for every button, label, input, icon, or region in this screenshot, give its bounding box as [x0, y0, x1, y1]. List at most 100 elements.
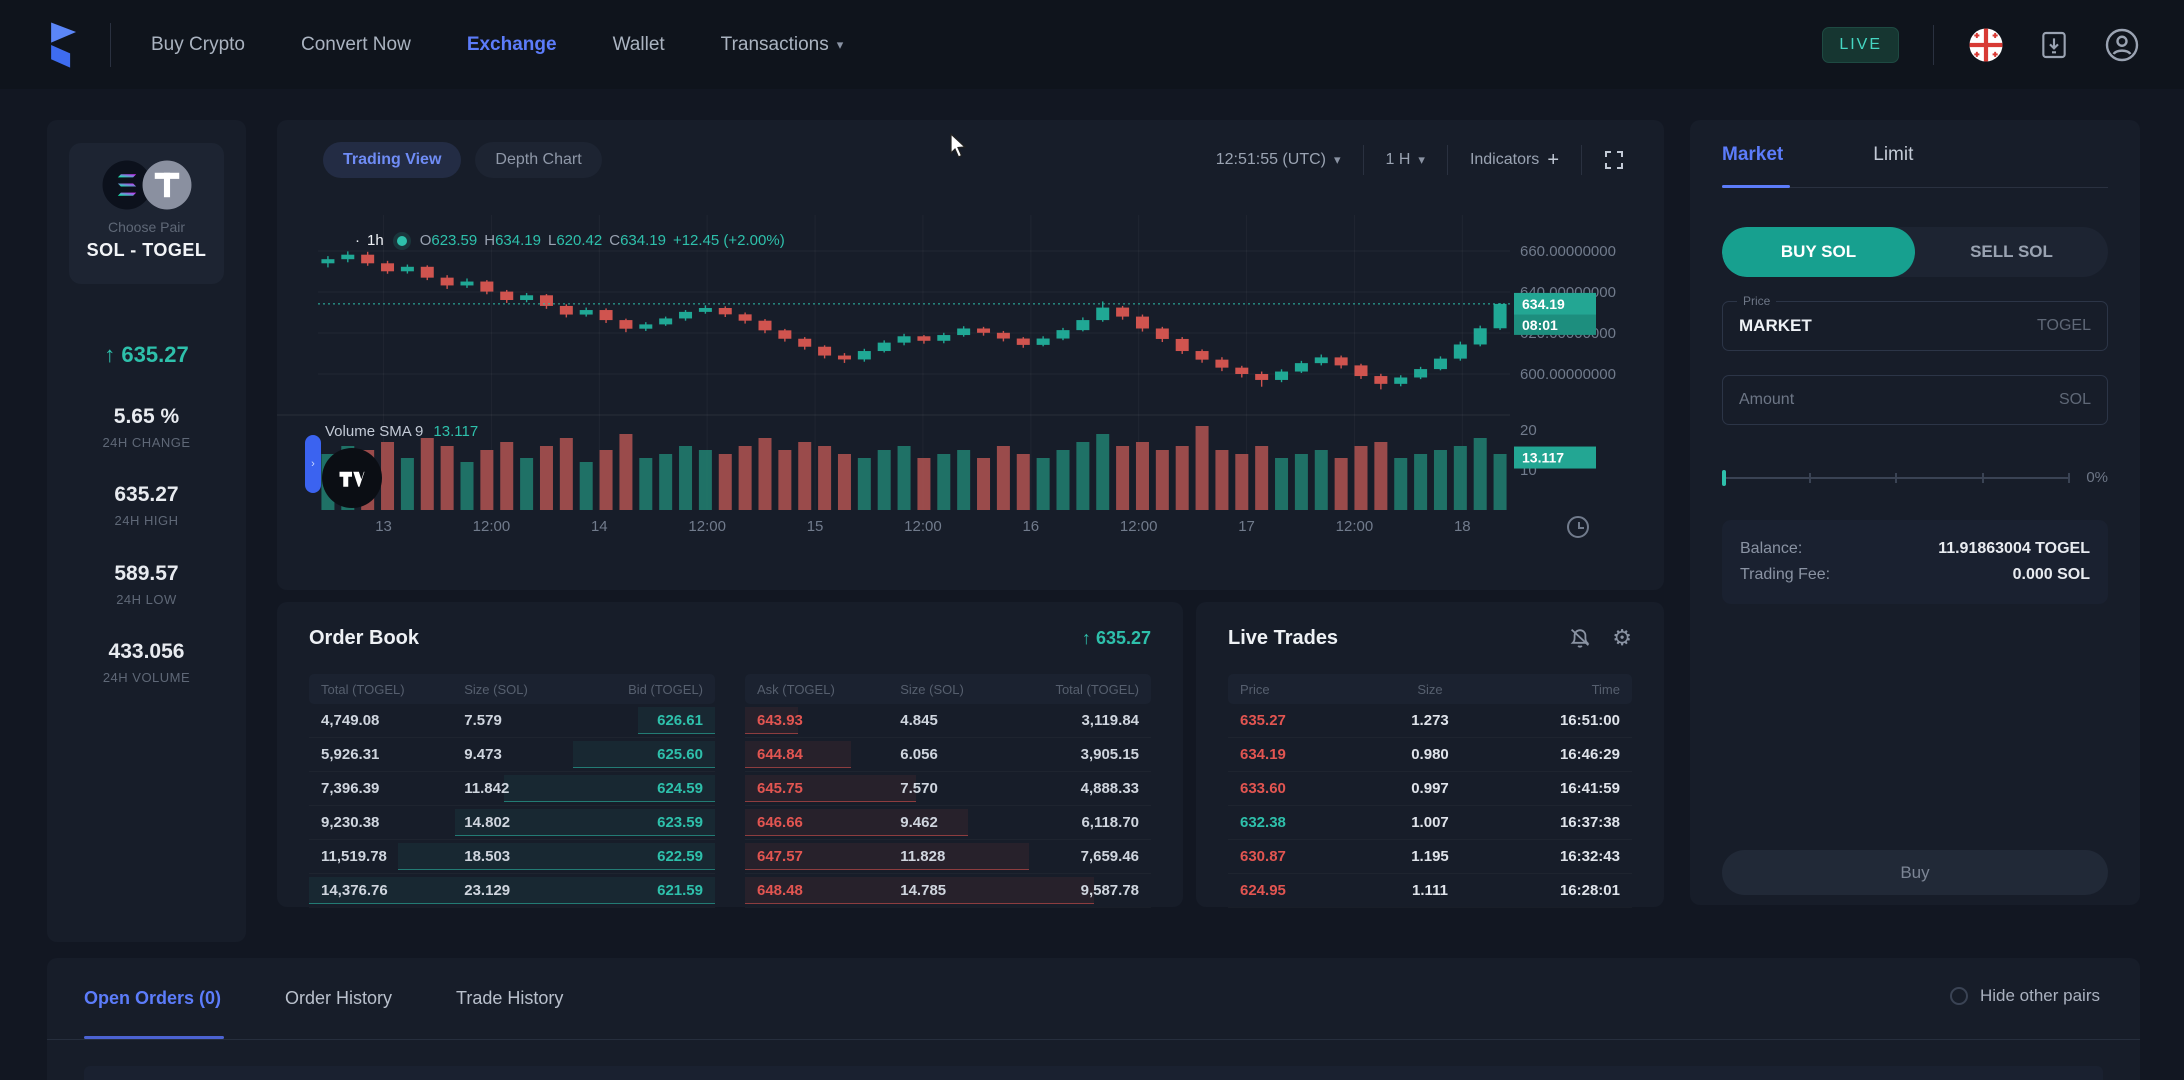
bid-row[interactable]: 5,926.319.473625.60 [309, 738, 715, 772]
slider-handle[interactable] [1722, 470, 1726, 486]
svg-text:600.00000000: 600.00000000 [1520, 366, 1616, 383]
stat-24h-high: 635.2724H HIGH [47, 483, 246, 528]
top-nav: Buy Crypto Convert Now Exchange Wallet T… [0, 0, 2184, 89]
language-flag-icon[interactable] [1968, 27, 2004, 63]
svg-text:15: 15 [807, 518, 824, 535]
asks-table: Ask (TOGEL)Size (SOL)Total (TOGEL) 643.9… [745, 674, 1151, 908]
chevron-down-icon: ▾ [837, 37, 844, 53]
svg-text:12:00: 12:00 [1120, 518, 1158, 535]
ask-row[interactable]: 648.4814.7859,587.78 [745, 874, 1151, 908]
buy-sell-toggle: BUY SOL SELL SOL [1722, 227, 2108, 277]
tab-trade-history[interactable]: Trade History [456, 988, 563, 1009]
fee-value: 0.000 SOL [2013, 562, 2090, 588]
bid-row[interactable]: 7,396.3911.842624.59 [309, 772, 715, 806]
nav-wallet[interactable]: Wallet [613, 34, 665, 56]
buy-sol-button[interactable]: BUY SOL [1722, 227, 1915, 277]
choose-pair-label: Choose Pair [69, 219, 224, 235]
profile-icon[interactable] [2104, 27, 2140, 63]
orders-history-panel: Open Orders (0) Order History Trade Hist… [47, 958, 2140, 1080]
volume-legend: Volume SMA 9 13.117 [325, 423, 478, 440]
svg-text:12:00: 12:00 [904, 518, 942, 535]
slider-percent: 0% [2086, 469, 2108, 486]
trade-row: 634.190.98016:46:29 [1228, 738, 1632, 772]
nav-transactions[interactable]: Transactions ▾ [721, 34, 844, 56]
svg-text:12:00: 12:00 [473, 518, 511, 535]
ask-row[interactable]: 645.757.5704,888.33 [745, 772, 1151, 806]
bid-row[interactable]: 9,230.3814.802623.59 [309, 806, 715, 840]
chevron-down-icon: ▾ [1334, 152, 1341, 168]
timezone-dropdown[interactable]: 12:51:55 (UTC) ▾ [1216, 151, 1341, 169]
buy-submit-button[interactable]: Buy [1722, 850, 2108, 895]
trade-row: 633.600.99716:41:59 [1228, 772, 1632, 806]
svg-text:12:00: 12:00 [1336, 518, 1374, 535]
nav-buy-crypto[interactable]: Buy Crypto [151, 34, 245, 56]
download-icon[interactable] [2038, 29, 2070, 61]
svg-text:12:00: 12:00 [688, 518, 726, 535]
divider [1581, 145, 1582, 175]
active-tab-indicator [1722, 185, 1790, 188]
svg-text:18: 18 [1454, 518, 1471, 535]
brand-logo[interactable] [44, 21, 82, 69]
ask-row[interactable]: 643.934.8453,119.84 [745, 704, 1151, 738]
divider [1363, 145, 1364, 175]
svg-text:16: 16 [1022, 518, 1039, 535]
svg-text:20: 20 [1520, 422, 1537, 439]
fullscreen-icon[interactable] [1604, 150, 1624, 170]
gear-icon[interactable]: ⚙ [1612, 627, 1632, 649]
mute-bell-icon[interactable] [1568, 626, 1592, 650]
scroll-to-realtime-icon[interactable] [1567, 516, 1589, 538]
ask-row[interactable]: 647.5711.8287,659.46 [745, 840, 1151, 874]
trade-row: 635.271.27316:51:00 [1228, 704, 1632, 738]
balance-box: Balance: 11.91863004 TOGEL Trading Fee: … [1722, 520, 2108, 604]
asks-header: Ask (TOGEL)Size (SOL)Total (TOGEL) [745, 674, 1151, 704]
chevron-down-icon: ▾ [1418, 152, 1425, 168]
amount-field[interactable]: SOL [1722, 375, 2108, 425]
hide-other-pairs-checkbox[interactable] [1950, 987, 1968, 1005]
plus-icon: + [1547, 149, 1559, 172]
bid-row[interactable]: 4,749.087.579626.61 [309, 704, 715, 738]
tab-market[interactable]: Market [1722, 144, 1783, 166]
tab-trading-view[interactable]: Trading View [323, 142, 461, 178]
hide-other-pairs-label: Hide other pairs [1980, 986, 2100, 1006]
price-field[interactable]: Price MARKET TOGEL [1722, 301, 2108, 351]
sell-sol-button[interactable]: SELL SOL [1915, 227, 2108, 277]
order-book-panel: Order Book ↑ 635.27 Total (TOGEL)Size (S… [277, 602, 1183, 907]
divider [1933, 25, 1934, 65]
pair-selector[interactable]: Choose Pair SOL - TOGEL [69, 143, 224, 284]
interval-dropdown[interactable]: 1 H ▾ [1386, 151, 1425, 169]
tab-depth-chart[interactable]: Depth Chart [475, 142, 601, 178]
series-dot-icon [397, 236, 407, 246]
price-value: MARKET [1739, 316, 1812, 336]
tab-order-history[interactable]: Order History [285, 988, 392, 1009]
live-trades-title: Live Trades [1228, 627, 1338, 650]
live-trades-panel: Live Trades ⚙ PriceSizeTime 635.271.2731… [1196, 602, 1664, 907]
nav-exchange[interactable]: Exchange [467, 34, 557, 56]
bid-row[interactable]: 11,519.7818.503622.59 [309, 840, 715, 874]
bids-table: Total (TOGEL)Size (SOL)Bid (TOGEL) 4,749… [309, 674, 715, 908]
pair-name: SOL - TOGEL [69, 240, 224, 261]
svg-text:660.00000000: 660.00000000 [1520, 243, 1616, 260]
nav-convert-now[interactable]: Convert Now [301, 34, 411, 56]
tab-open-orders[interactable]: Open Orders (0) [84, 988, 221, 1009]
pair-sidebar: Choose Pair SOL - TOGEL ↑ 635.27 5.65 %2… [47, 120, 246, 942]
stat-24h-volume: 433.05624H VOLUME [47, 640, 246, 685]
indicators-button[interactable]: Indicators + [1470, 149, 1559, 172]
amount-input[interactable] [1739, 391, 1985, 409]
bids-header: Total (TOGEL)Size (SOL)Bid (TOGEL) [309, 674, 715, 704]
divider [47, 1039, 2140, 1040]
ask-row[interactable]: 646.669.4626,118.70 [745, 806, 1151, 840]
balance-value: 11.91863004 TOGEL [1938, 536, 2090, 562]
trade-row: 630.871.19516:32:43 [1228, 840, 1632, 874]
svg-text:634.19: 634.19 [1522, 296, 1565, 312]
amount-percent-slider[interactable] [1722, 470, 2068, 486]
stat-24h-low: 589.5724H LOW [47, 562, 246, 607]
trade-form-panel: Market Limit BUY SOL SELL SOL Price MARK… [1690, 120, 2140, 905]
orders-table-header [84, 1066, 2103, 1080]
bid-row[interactable]: 14,376.7623.129621.59 [309, 874, 715, 908]
chart-scroll-handle[interactable]: › [305, 435, 321, 493]
divider [110, 23, 111, 67]
divider [1447, 145, 1448, 175]
ask-row[interactable]: 644.846.0563,905.15 [745, 738, 1151, 772]
svg-text:13.117: 13.117 [1522, 450, 1564, 466]
tab-limit[interactable]: Limit [1873, 144, 1913, 166]
